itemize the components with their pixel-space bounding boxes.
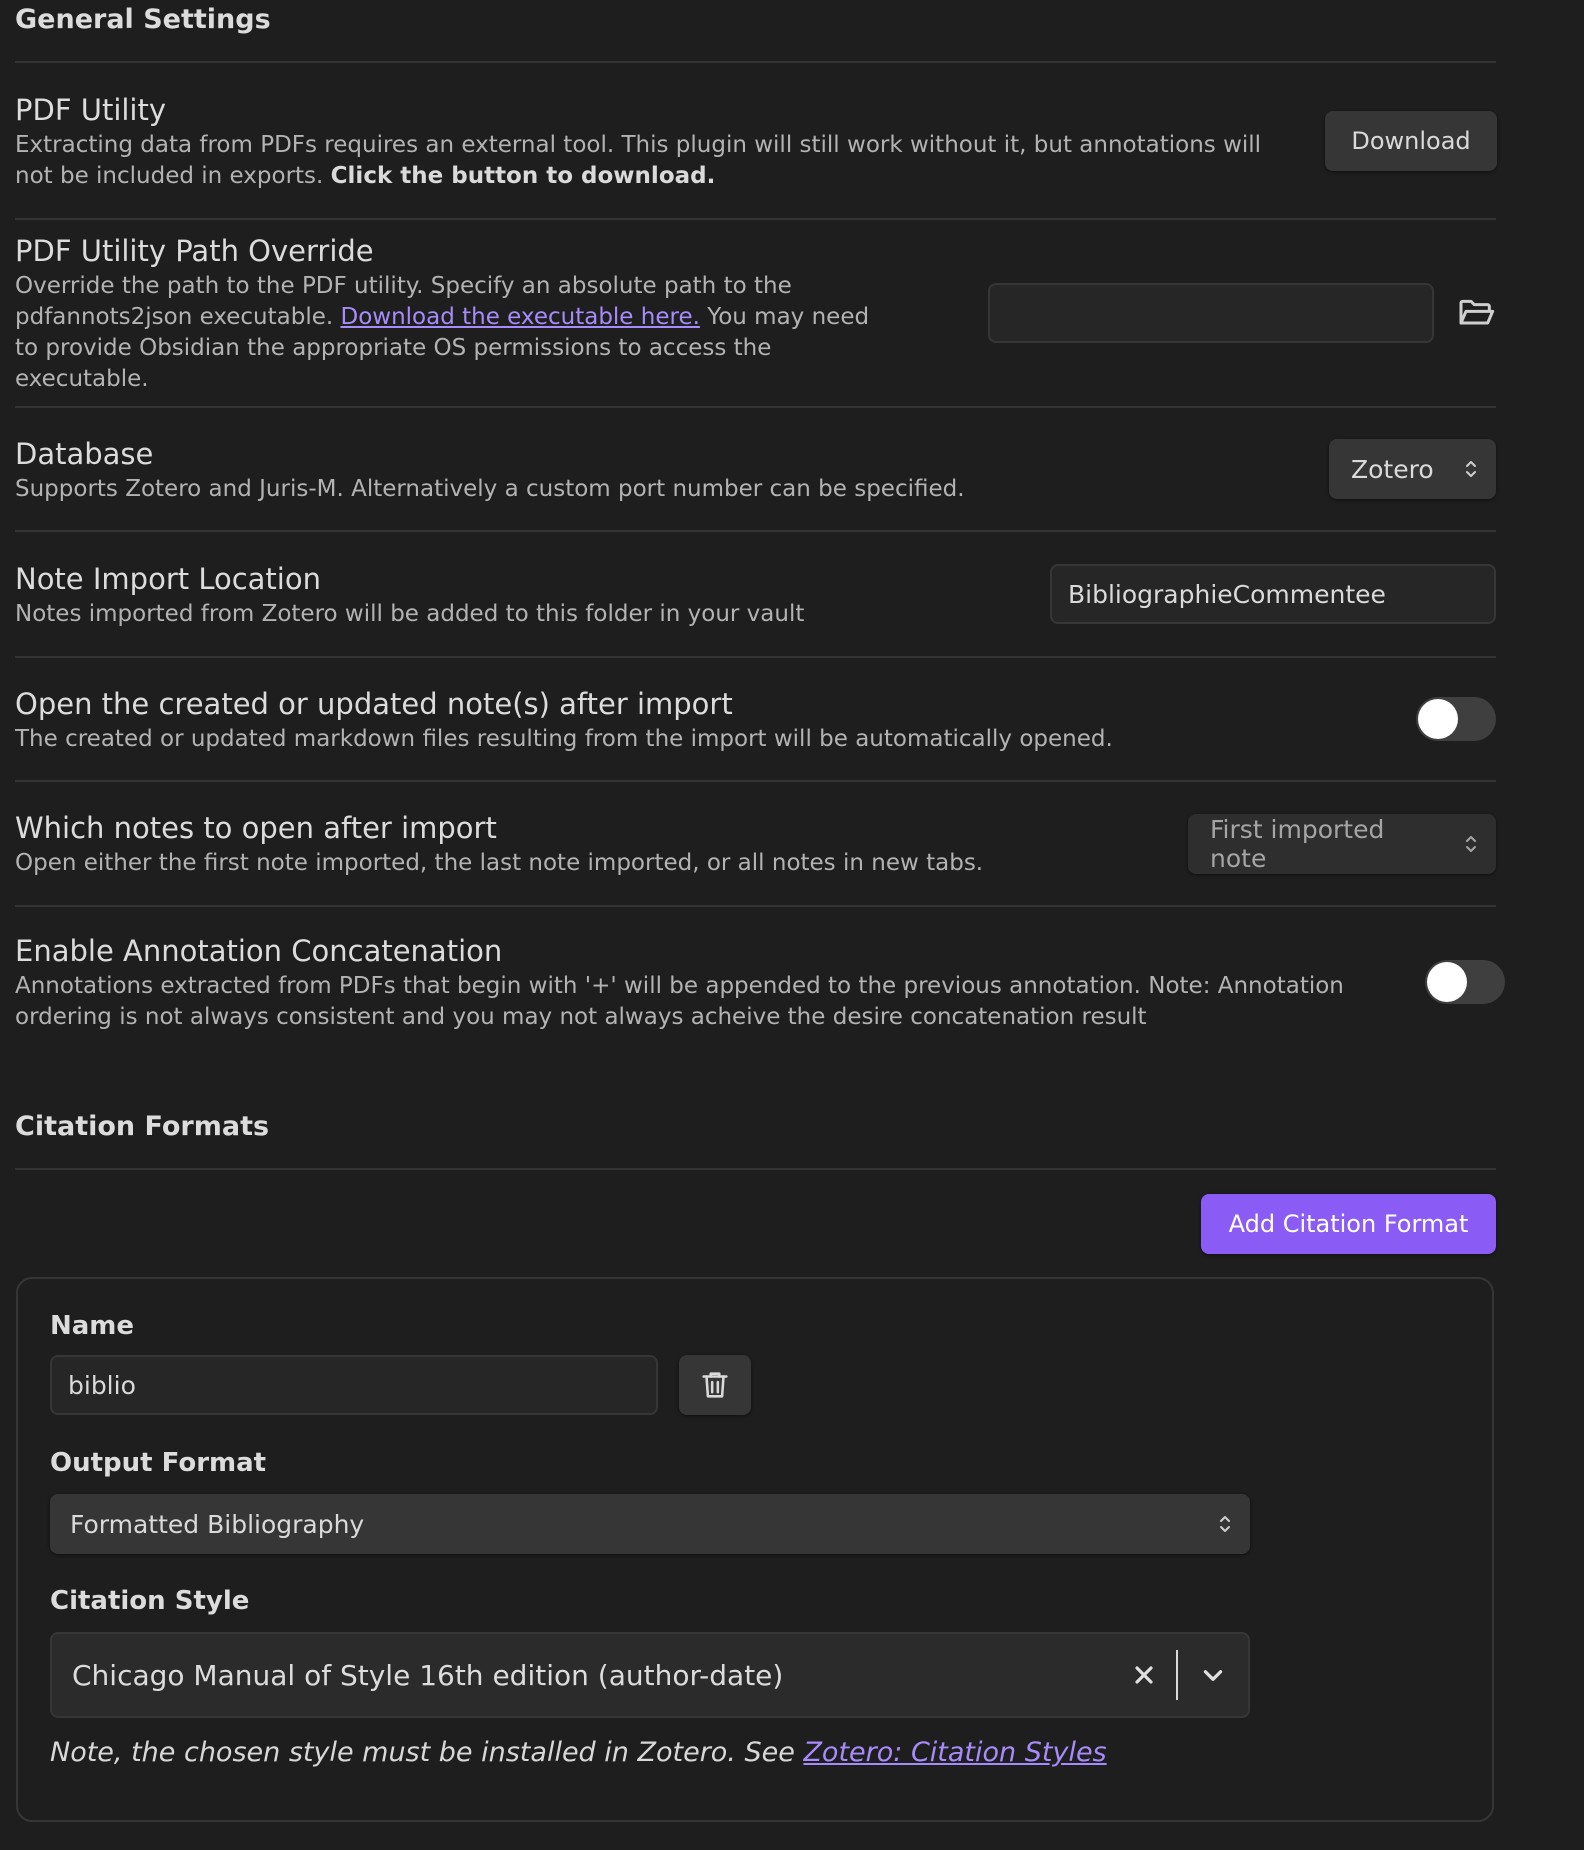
database-select[interactable]: Zotero — [1329, 439, 1496, 499]
citation-style-select[interactable]: Chicago Manual of Style 16th edition (au… — [50, 1632, 1250, 1718]
control — [1425, 960, 1505, 1004]
close-icon[interactable] — [1124, 1655, 1164, 1695]
chevron-up-down-icon — [1466, 461, 1476, 477]
chevron-up-down-icon — [1466, 835, 1476, 852]
setting-info: PDF Utility Extracting data from PDFs re… — [15, 90, 1325, 192]
setting-open-after-import: Open the created or updated note(s) afte… — [15, 658, 1496, 782]
select-value: Zotero — [1351, 454, 1434, 484]
toggle-knob — [1418, 699, 1458, 739]
setting-info: Which notes to open after import Open ei… — [15, 808, 1188, 879]
setting-description: Override the path to the PDF utility. Sp… — [15, 271, 895, 395]
download-button[interactable]: Download — [1325, 110, 1497, 171]
citation-divider — [15, 1168, 1496, 1170]
name-label: Name — [50, 1311, 135, 1341]
citation-style-label: Citation Style — [50, 1586, 250, 1616]
setting-database: Database Supports Zotero and Juris-M. Al… — [15, 408, 1496, 532]
setting-description: Open either the first note imported, the… — [15, 850, 984, 876]
settings-page: General Settings PDF Utility Extracting … — [0, 0, 1584, 1850]
setting-name: Enable Annotation Concatenation — [15, 934, 503, 968]
which-notes-select[interactable]: First imported note — [1188, 813, 1496, 874]
citation-formats-heading: Citation Formats — [15, 1111, 270, 1142]
setting-concatenation: Enable Annotation Concatenation Annotati… — [15, 907, 1505, 1057]
setting-name: PDF Utility — [15, 92, 167, 127]
setting-description: The created or updated markdown files re… — [15, 725, 1113, 752]
general-settings-heading: General Settings — [15, 4, 271, 35]
download-executable-link[interactable]: Download the executable here. — [340, 304, 699, 330]
select-value: First imported note — [1210, 814, 1385, 873]
citation-format-card: Name Output Format Formatted Bibliograph… — [16, 1277, 1494, 1822]
import-location-input[interactable] — [1050, 564, 1496, 624]
toggle-knob — [1427, 962, 1467, 1002]
setting-name: Open the created or updated note(s) afte… — [15, 686, 733, 721]
concatenation-toggle[interactable] — [1425, 960, 1505, 1004]
setting-path-override: PDF Utility Path Override Override the p… — [15, 220, 1496, 408]
setting-name: Note Import Location — [15, 561, 321, 596]
setting-name: PDF Utility Path Override — [15, 234, 374, 268]
add-citation-format-button[interactable]: Add Citation Format — [1201, 1194, 1496, 1254]
control — [1050, 564, 1496, 624]
open-after-import-toggle[interactable] — [1416, 697, 1496, 741]
citation-style-note: Note, the chosen style must be installed… — [50, 1737, 1107, 1768]
setting-description: Supports Zotero and Juris-M. Alternative… — [15, 475, 965, 502]
control: Zotero — [1329, 439, 1496, 499]
setting-name: Which notes to open after import — [15, 811, 497, 845]
setting-import-location: Note Import Location Notes imported from… — [15, 532, 1496, 658]
setting-which-notes: Which notes to open after import Open ei… — [15, 782, 1496, 907]
control: Download — [1325, 110, 1497, 171]
control — [988, 283, 1496, 343]
control: First imported note — [1188, 813, 1496, 874]
setting-description: Extracting data from PDFs requires an ex… — [15, 130, 1285, 192]
setting-description: Annotations extracted from PDFs that beg… — [15, 973, 1344, 1030]
setting-name: Database — [15, 436, 154, 471]
select-value: Chicago Manual of Style 16th edition (au… — [72, 1658, 784, 1692]
setting-info: Open the created or updated note(s) afte… — [15, 684, 1416, 755]
path-override-input[interactable] — [988, 283, 1434, 343]
setting-description: Notes imported from Zotero will be added… — [15, 600, 805, 627]
description-bold: Click the button to download. — [330, 162, 716, 189]
select-value: Formatted Bibliography — [70, 1509, 365, 1539]
chevron-down-icon[interactable] — [1178, 1655, 1248, 1695]
trash-icon — [702, 1372, 728, 1398]
setting-info: PDF Utility Path Override Override the p… — [15, 231, 988, 395]
setting-info: Note Import Location Notes imported from… — [15, 559, 1050, 630]
setting-info: Enable Annotation Concatenation Annotati… — [15, 931, 1425, 1033]
setting-pdf-utility: PDF Utility Extracting data from PDFs re… — [15, 63, 1497, 220]
control — [1416, 697, 1496, 741]
folder-open-icon[interactable] — [1456, 293, 1496, 333]
zotero-citation-styles-link[interactable]: Zotero: Citation Styles — [803, 1737, 1106, 1768]
delete-format-button[interactable] — [679, 1355, 751, 1415]
output-format-select[interactable]: Formatted Bibliography — [50, 1494, 1250, 1554]
citation-name-input[interactable] — [50, 1355, 658, 1415]
output-format-label: Output Format — [50, 1448, 267, 1478]
note-text: Note, the chosen style must be installed… — [50, 1737, 795, 1768]
setting-info: Database Supports Zotero and Juris-M. Al… — [15, 434, 1329, 505]
chevron-up-down-icon — [1220, 1516, 1230, 1532]
